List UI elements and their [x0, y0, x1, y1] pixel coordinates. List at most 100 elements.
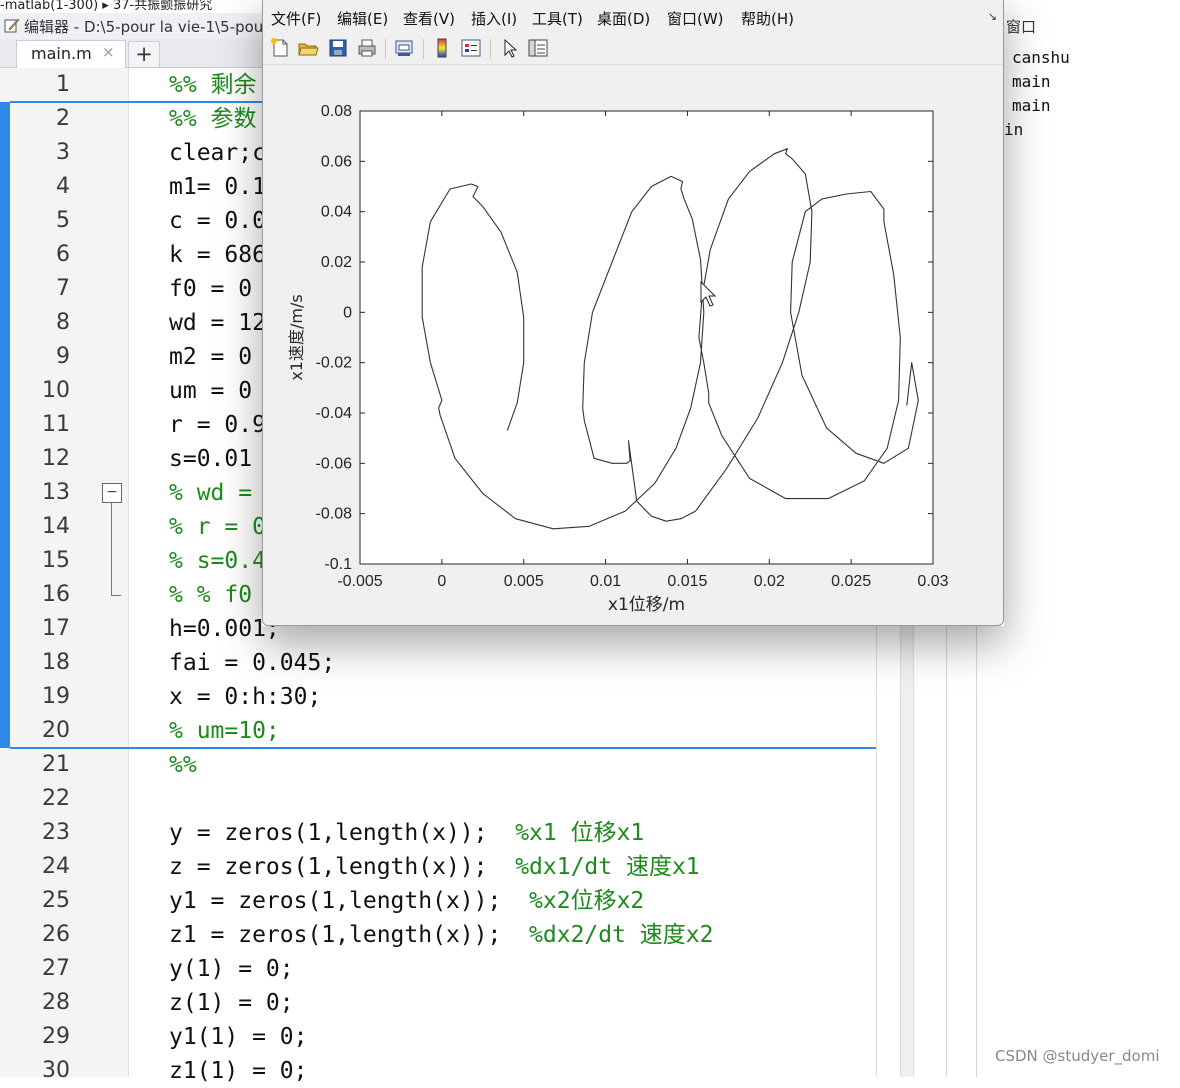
y-tick-label: -0.04	[316, 405, 353, 422]
breadcrumb: -matlab(1-300) ▸ 37-共振颤振研究	[0, 0, 213, 13]
x-tick-label: 0.025	[831, 573, 871, 590]
line-number: 26	[42, 922, 70, 947]
y-tick-label: 0.04	[321, 204, 352, 221]
code-text: k = 686	[169, 242, 266, 268]
code-line[interactable]: m1= 0.1	[169, 170, 266, 204]
x-tick-label: 0	[437, 573, 446, 590]
code-line[interactable]: r = 0.9	[169, 408, 266, 442]
code-line[interactable]: fai = 0.045;	[169, 646, 335, 680]
tab-main-m[interactable]: main.m ×	[16, 40, 126, 68]
plot-area[interactable]	[359, 110, 934, 565]
code-line[interactable]: %% 剩余	[169, 68, 257, 102]
editor-title: 编辑器 - D:\5-pour la vie-1\5-pour	[24, 18, 262, 36]
code-text: y = zeros(1,length(x));	[169, 820, 516, 846]
code-comment: %% 参数	[169, 106, 257, 132]
workspace-item[interactable]: main	[1012, 96, 1051, 115]
line-number: 23	[42, 820, 70, 845]
y-tick-label: 0.08	[321, 103, 352, 120]
y-tick-label: -0.1	[324, 556, 352, 573]
code-line[interactable]: % wd =	[169, 476, 252, 510]
code-line[interactable]: %%	[169, 748, 197, 782]
code-line[interactable]: %% 参数	[169, 102, 257, 136]
code-text: r = 0.9	[169, 412, 266, 438]
code-line[interactable]: m2 = 0	[169, 340, 252, 374]
code-line[interactable]: c = 0.0	[169, 204, 266, 238]
code-line[interactable]: % um=10;	[169, 714, 280, 748]
line-number: 14	[42, 514, 70, 539]
x-tick-label: 0.02	[754, 573, 785, 590]
code-line[interactable]: z(1) = 0;	[169, 986, 294, 1020]
editor-title-bar: 编辑器 - D:\5-pour la vie-1\5-pour	[0, 13, 262, 39]
code-line[interactable]: % % f0	[169, 578, 252, 612]
close-icon[interactable]: ×	[102, 43, 115, 61]
code-line[interactable]: wd = 12	[169, 306, 266, 340]
code-line[interactable]: % s=0.4	[169, 544, 266, 578]
line-number: 20	[42, 718, 70, 743]
code-line[interactable]: y(1) = 0;	[169, 952, 294, 986]
code-line[interactable]: % r = 0	[169, 510, 266, 544]
figure-window: 文件(F) 编辑(E) 查看(V) 插入(I) 工具(T) 桌面(D) 窗口(W…	[262, 0, 1004, 626]
line-number: 30	[42, 1058, 70, 1083]
code-comment: % r = 0	[169, 514, 266, 540]
workspace-item[interactable]: in	[1004, 120, 1023, 139]
line-number: 5	[56, 208, 70, 233]
plot-axes[interactable]: -0.005 0 0.005 0.01 0.015 0.02 0.025 0.03 -0.1 -0…	[263, 0, 1003, 625]
code-comment: % s=0.4	[169, 548, 266, 574]
line-number: 18	[42, 650, 70, 675]
code-text: m2 = 0	[169, 344, 253, 370]
line-number: 4	[56, 174, 70, 199]
code-comment: %%	[169, 752, 197, 778]
line-number: 7	[56, 276, 70, 301]
line-number: 21	[42, 752, 70, 777]
code-text: y1 = zeros(1,length(x));	[169, 888, 530, 914]
line-number: 19	[42, 684, 70, 709]
code-line[interactable]: y = zeros(1,length(x)); %x1 位移x1	[169, 816, 644, 850]
x-tick-label: -0.005	[337, 573, 382, 590]
line-number: 9	[56, 344, 70, 369]
code-line[interactable]: k = 686	[169, 238, 266, 272]
code-comment: % wd =	[169, 480, 253, 506]
code-line[interactable]: f0 = 0	[169, 272, 252, 306]
fold-collapse-icon[interactable]: −	[102, 483, 122, 503]
line-number: 25	[42, 888, 70, 913]
add-tab-button[interactable]: +	[128, 41, 160, 68]
cell-divider-bottom	[10, 747, 876, 749]
code-comment: % % f0	[169, 582, 253, 608]
code-text: m1= 0.1	[169, 174, 266, 200]
code-line[interactable]: y1 = zeros(1,length(x)); %x2位移x2	[169, 884, 644, 918]
code-comment: % um=10;	[169, 718, 280, 744]
code-text: um = 0	[169, 378, 253, 404]
x-tick-label: 0.005	[504, 573, 544, 590]
code-text: s=0.01	[169, 446, 253, 472]
watermark: CSDN @studyer_domi	[995, 1047, 1160, 1065]
code-line[interactable]: um = 0	[169, 374, 252, 408]
code-comment: %% 剩余	[169, 72, 257, 98]
code-line[interactable]: clear;c	[169, 136, 266, 170]
y-tick-label: 0.02	[321, 254, 352, 271]
code-line[interactable]: z1(1) = 0;	[169, 1054, 307, 1088]
code-line[interactable]: y1(1) = 0;	[169, 1020, 307, 1054]
y-tick-label: -0.02	[316, 355, 353, 372]
code-text: y1(1) = 0;	[169, 1024, 308, 1050]
code-line[interactable]: x = 0:h:30;	[169, 680, 321, 714]
line-number: 28	[42, 990, 70, 1015]
line-number: 17	[42, 616, 70, 641]
code-line[interactable]: z = zeros(1,length(x)); %dx1/dt 速度x1	[169, 850, 700, 884]
workspace-item[interactable]: canshu	[1012, 48, 1070, 67]
line-number: 2	[56, 106, 70, 131]
line-number: 15	[42, 548, 70, 573]
code-text: z = zeros(1,length(x));	[169, 854, 516, 880]
code-line[interactable]: z1 = zeros(1,length(x)); %dx2/dt 速度x2	[169, 918, 714, 952]
code-text: z(1) = 0;	[169, 990, 294, 1016]
line-number: 6	[56, 242, 70, 267]
code-text: f0 = 0	[169, 276, 253, 302]
x-tick-label: 0.03	[917, 573, 948, 590]
x-tick-label: 0.01	[590, 573, 621, 590]
code-text: z1 = zeros(1,length(x));	[169, 922, 530, 948]
editor-tab-bar: main.m × +	[0, 39, 262, 68]
line-number: 1	[56, 72, 70, 97]
x-tick-label: 0.015	[667, 573, 707, 590]
code-line[interactable]: s=0.01	[169, 442, 252, 476]
code-text: c = 0.0	[169, 208, 266, 234]
workspace-item[interactable]: main	[1012, 72, 1051, 91]
